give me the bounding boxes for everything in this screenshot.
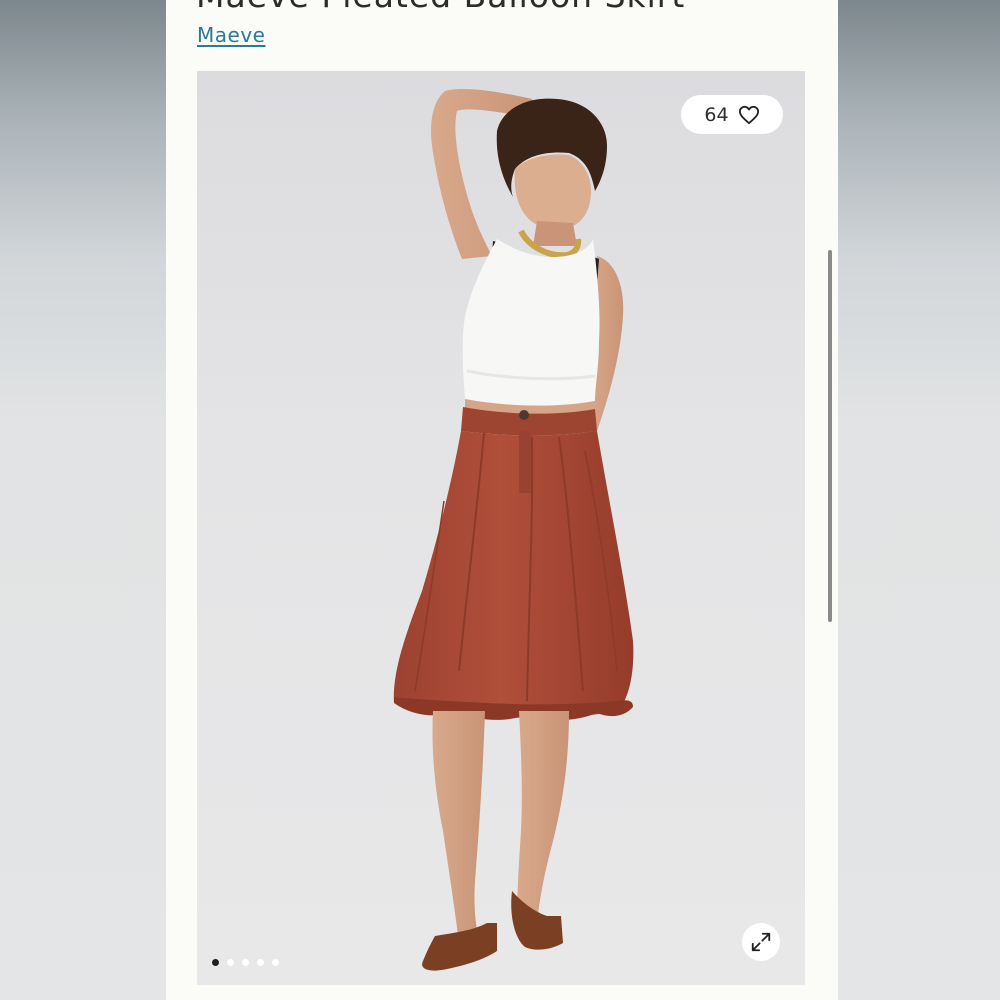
brand-link[interactable]: Maeve	[197, 23, 265, 47]
carousel-dot-3[interactable]	[242, 959, 249, 966]
expand-arrows-icon	[751, 932, 771, 952]
carousel-dot-4[interactable]	[257, 959, 264, 966]
carousel-dot-2[interactable]	[227, 959, 234, 966]
product-page: Maeve Pleated Balloon Skirt Maeve	[166, 0, 838, 1000]
background-right	[838, 0, 1000, 1000]
page-scrollbar-thumb[interactable]	[828, 250, 832, 622]
like-button[interactable]: 64	[681, 95, 783, 134]
like-count: 64	[704, 103, 729, 126]
product-title: Maeve Pleated Balloon Skirt	[196, 0, 685, 15]
product-image-gallery[interactable]: 64	[197, 71, 805, 985]
heart-outline-icon	[738, 105, 759, 124]
carousel-dot-5[interactable]	[272, 959, 279, 966]
carousel-dot-1[interactable]	[212, 959, 219, 966]
zoom-button[interactable]	[742, 923, 780, 961]
carousel-dots	[212, 959, 279, 966]
product-photo[interactable]	[197, 71, 805, 985]
background-left	[0, 0, 166, 1000]
page-scrollbar[interactable]	[827, 250, 833, 622]
